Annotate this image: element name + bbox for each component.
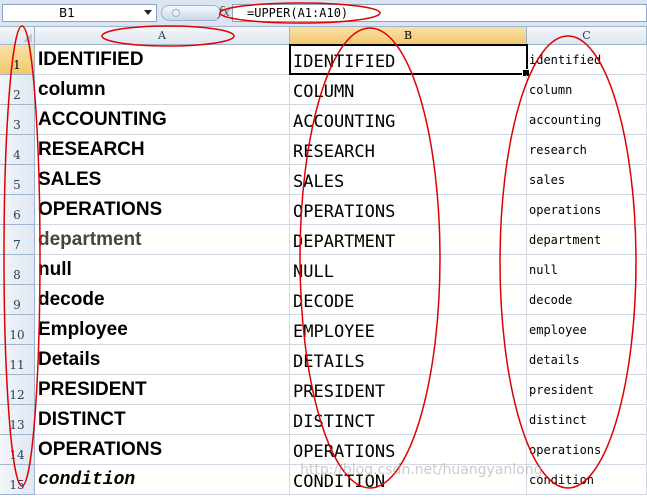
cell-a[interactable]: null [35, 255, 290, 285]
row-header[interactable]: 13 [0, 405, 35, 435]
cell-a[interactable]: Employee [35, 315, 290, 345]
cell-b[interactable]: COLUMN [290, 75, 527, 105]
cell-c[interactable]: column [527, 75, 647, 105]
cell-b[interactable]: OPERATIONS [290, 435, 527, 465]
cell-c[interactable]: decode [527, 285, 647, 315]
cell-c[interactable]: distinct [527, 405, 647, 435]
table-row: 13 DISTINCT DISTINCT distinct [0, 405, 647, 435]
cell-b[interactable]: EMPLOYEE [290, 315, 527, 345]
row-header[interactable]: 10 [0, 315, 35, 345]
cell-c[interactable]: details [527, 345, 647, 375]
table-row: 6 OPERATIONS OPERATIONS operations [0, 195, 647, 225]
table-row: 8 null NULL null [0, 255, 647, 285]
cell-c[interactable]: operations [527, 195, 647, 225]
cell-b[interactable]: DETAILS [290, 345, 527, 375]
cell-b[interactable]: PRESIDENT [290, 375, 527, 405]
splitter-handle-icon[interactable] [172, 9, 180, 17]
column-header-b[interactable]: B [290, 27, 527, 45]
name-box[interactable]: B1 [2, 4, 157, 22]
table-row: 9 decode DECODE decode [0, 285, 647, 315]
row-header[interactable]: 9 [0, 285, 35, 315]
cell-c[interactable]: accounting [527, 105, 647, 135]
row-header[interactable]: 5 [0, 165, 35, 195]
cell-c[interactable]: null [527, 255, 647, 285]
cell-c[interactable]: operations [527, 435, 647, 465]
table-row: 2 column COLUMN column [0, 75, 647, 105]
row-header[interactable]: 7 [0, 225, 35, 255]
cell-b[interactable]: OPERATIONS [290, 195, 527, 225]
cell-a[interactable]: PRESIDENT [35, 375, 290, 405]
table-row: 14 OPERATIONS OPERATIONS operations [0, 435, 647, 465]
cell-a[interactable]: IDENTIFIED [35, 45, 290, 75]
table-row: 10 Employee EMPLOYEE employee [0, 315, 647, 345]
row-header[interactable]: 1 [0, 45, 35, 75]
cell-c[interactable]: department [527, 225, 647, 255]
cell-b[interactable]: IDENTIFIED [290, 45, 527, 75]
cell-b[interactable]: DISTINCT [290, 405, 527, 435]
row-header[interactable]: 8 [0, 255, 35, 285]
cell-b[interactable]: DECODE [290, 285, 527, 315]
table-row: 12 PRESIDENT PRESIDENT president [0, 375, 647, 405]
cell-a[interactable]: OPERATIONS [35, 195, 290, 225]
table-row: 3 ACCOUNTING ACCOUNTING accounting [0, 105, 647, 135]
column-header-a[interactable]: A [35, 27, 290, 45]
cell-c[interactable]: sales [527, 165, 647, 195]
formula-input[interactable]: =UPPER(A1:A10) [232, 4, 647, 22]
chevron-down-icon[interactable] [144, 10, 152, 15]
row-header[interactable]: 2 [0, 75, 35, 105]
name-box-value: B1 [59, 6, 75, 20]
table-row: 11 Details DETAILS details [0, 345, 647, 375]
row-header[interactable]: 6 [0, 195, 35, 225]
cell-c[interactable]: employee [527, 315, 647, 345]
cell-a[interactable]: Details [35, 345, 290, 375]
formula-bar-splitter[interactable] [161, 5, 221, 21]
cell-b[interactable]: NULL [290, 255, 527, 285]
row-header[interactable]: 4 [0, 135, 35, 165]
cell-b[interactable]: ACCOUNTING [290, 105, 527, 135]
cell-a[interactable]: SALES [35, 165, 290, 195]
cell-a[interactable]: column [35, 75, 290, 105]
cell-a[interactable]: department [35, 225, 290, 255]
formula-bar: B1 fx =UPPER(A1:A10) [0, 0, 647, 27]
cell-a[interactable]: ACCOUNTING [35, 105, 290, 135]
cell-a[interactable]: DISTINCT [35, 405, 290, 435]
row-header[interactable]: 11 [0, 345, 35, 375]
row-header[interactable]: 12 [0, 375, 35, 405]
cell-b[interactable]: SALES [290, 165, 527, 195]
table-row: 7 department DEPARTMENT department [0, 225, 647, 255]
cell-a[interactable]: OPERATIONS [35, 435, 290, 465]
cell-b[interactable]: RESEARCH [290, 135, 527, 165]
cell-b[interactable]: DEPARTMENT [290, 225, 527, 255]
select-all-icon [23, 33, 32, 42]
insert-function-icon[interactable]: fx [218, 5, 230, 20]
table-row: 4 RESEARCH RESEARCH research [0, 135, 647, 165]
row-header[interactable]: 14 [0, 435, 35, 465]
select-all-button[interactable] [0, 27, 35, 45]
row-header[interactable]: 3 [0, 105, 35, 135]
cell-c[interactable]: research [527, 135, 647, 165]
cell-a[interactable]: RESEARCH [35, 135, 290, 165]
cell-c[interactable]: identified [527, 45, 647, 75]
cell-a[interactable]: decode [35, 285, 290, 315]
column-header-c[interactable]: C [527, 27, 647, 45]
table-row: 1 IDENTIFIED IDENTIFIED identified [0, 44, 647, 77]
table-row: 5 SALES SALES sales [0, 165, 647, 195]
worksheet-grid: 1 IDENTIFIED IDENTIFIED identified 2 column CO… [0, 44, 647, 495]
cell-c[interactable]: president [527, 375, 647, 405]
formula-text: =UPPER(A1:A10) [247, 6, 349, 20]
